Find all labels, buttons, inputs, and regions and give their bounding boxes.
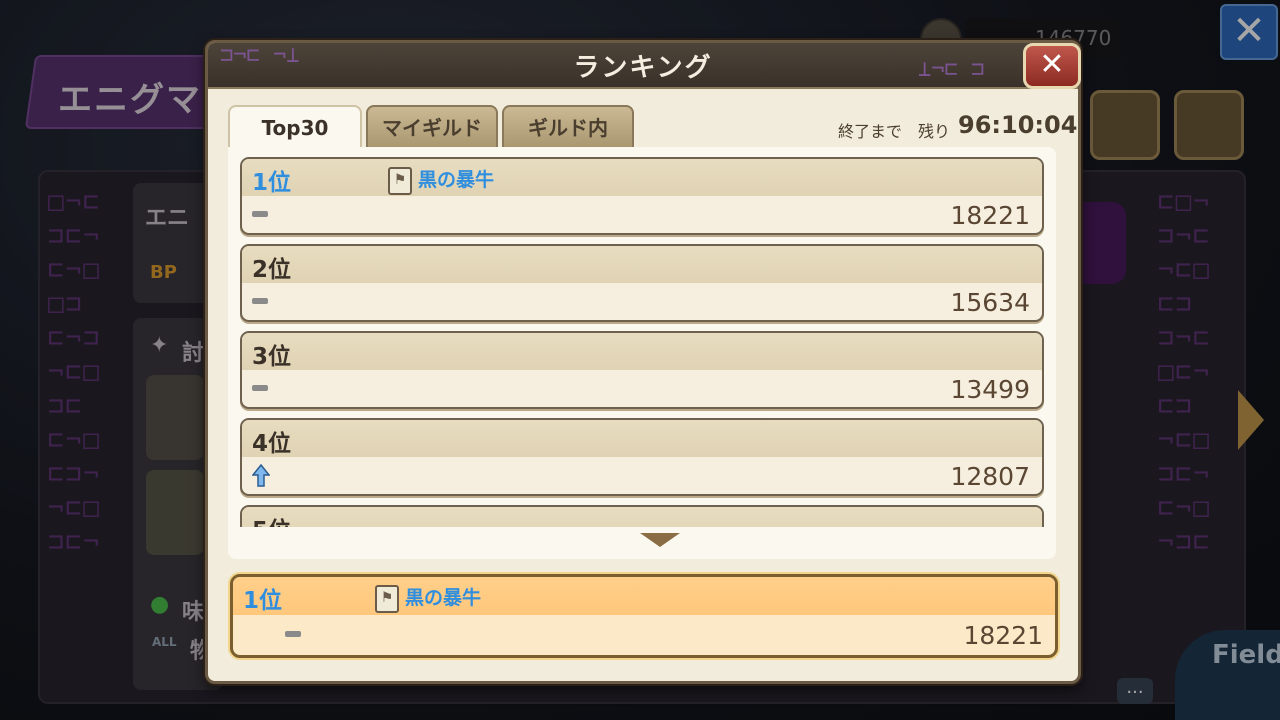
ranking-row[interactable]: 2位 15634 <box>240 244 1044 322</box>
guild-name: 黒の暴牛 <box>418 169 495 191</box>
guild-emblem-icon: ⚑ <box>388 167 412 195</box>
ranking-modal: ⊐¬⊏ ¬⊥ ⊥¬⊏ ⊐ ランキング ✕ Top30 マイギルド ギルド内 終了… <box>205 40 1081 684</box>
tab-top30[interactable]: Top30 <box>228 105 362 149</box>
rank-label: 1位 <box>252 170 292 196</box>
guild-emblem-icon: ⚑ <box>375 585 399 613</box>
score: 18221 <box>950 201 1030 230</box>
my-guild-row[interactable]: 1位 ⚑ 黒の暴牛 18221 <box>230 574 1058 658</box>
trend-up-arrow-icon <box>252 464 270 487</box>
my-guild-name: 黒の暴牛 <box>405 587 482 609</box>
ranking-row[interactable]: 3位 13499 <box>240 331 1044 409</box>
tab-in-guild[interactable]: ギルド内 <box>502 105 634 149</box>
tab-my-guild[interactable]: マイギルド <box>366 105 498 149</box>
score: 13499 <box>950 375 1030 404</box>
score: 15634 <box>950 288 1030 317</box>
trend-flat-icon <box>252 385 268 391</box>
modal-header: ⊐¬⊏ ¬⊥ ⊥¬⊏ ⊐ ランキング <box>208 43 1078 89</box>
timer-label: 終了まで 残り <box>838 122 951 141</box>
ranking-row[interactable]: 4位 12807 <box>240 418 1044 496</box>
modal-title: ランキング <box>573 53 713 83</box>
rank-label: 4位 <box>252 431 292 457</box>
trend-flat-icon <box>252 211 268 217</box>
score: 12807 <box>950 462 1030 491</box>
rank-label: 2位 <box>252 257 292 283</box>
my-score: 18221 <box>963 621 1043 650</box>
trend-flat-icon <box>285 631 301 637</box>
my-rank-label: 1位 <box>243 588 283 614</box>
modal-close-button[interactable]: ✕ <box>1023 43 1081 89</box>
timer-value: 96:10:04 <box>958 111 1078 139</box>
rank-label: 3位 <box>252 344 292 370</box>
ranking-row[interactable]: 1位 ⚑ 黒の暴牛 18221 <box>240 157 1044 235</box>
scroll-down-chevron-icon[interactable] <box>640 533 680 547</box>
ranking-list[interactable]: 1位 ⚑ 黒の暴牛 18221 2位 15634 3位 13499 4位 128… <box>228 147 1056 559</box>
trend-flat-icon <box>252 298 268 304</box>
